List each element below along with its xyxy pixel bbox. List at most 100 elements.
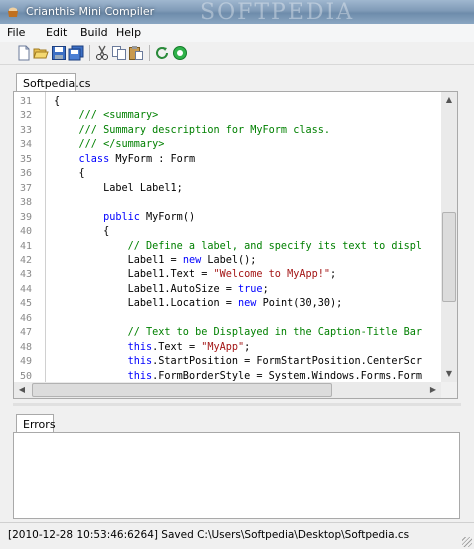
- copy-icon[interactable]: [111, 45, 127, 61]
- scroll-up-icon[interactable]: ▲: [441, 92, 457, 108]
- line-number: 43: [20, 269, 33, 281]
- line-number: 40: [20, 226, 33, 238]
- vertical-scrollbar[interactable]: ▲ ▼: [441, 92, 457, 382]
- menu-edit[interactable]: Edit: [46, 26, 67, 39]
- line-number: 39: [20, 211, 33, 223]
- line-number: 47: [20, 327, 33, 339]
- code-text: Label Label1;: [54, 182, 183, 196]
- code-token: ;: [244, 341, 251, 353]
- run-icon[interactable]: [172, 45, 188, 61]
- horizontal-scroll-thumb[interactable]: [32, 383, 332, 397]
- code-token: /// Summary description for MyForm class…: [54, 124, 331, 136]
- line-number: 37: [20, 182, 33, 194]
- tab-softpedia-cs[interactable]: Softpedia.cs: [16, 73, 91, 92]
- panel-splitter[interactable]: [13, 403, 461, 406]
- code-token: this: [54, 341, 153, 353]
- open-folder-icon[interactable]: [33, 45, 49, 61]
- line-number: 48: [20, 341, 33, 353]
- paste-icon[interactable]: [128, 45, 144, 61]
- menu-file[interactable]: File: [7, 26, 25, 39]
- scroll-left-icon[interactable]: ◀: [14, 382, 30, 398]
- menu-help[interactable]: Help: [116, 26, 141, 39]
- horizontal-scrollbar[interactable]: ◀ ▶: [14, 382, 441, 398]
- line-number: 33: [20, 124, 33, 136]
- code-token: /// </summary>: [54, 139, 165, 151]
- scroll-corner: [441, 382, 457, 398]
- code-token: Label1 =: [54, 254, 183, 266]
- code-token: MyForm : Form: [115, 153, 196, 165]
- code-token: // Define a label, and specify its text …: [54, 240, 423, 252]
- line-number: 42: [20, 254, 33, 266]
- code-text: this.Text = "MyApp";: [54, 341, 251, 355]
- new-file-icon[interactable]: [16, 45, 32, 61]
- status-text: [2010-12-28 10:53:46:6264] Saved C:\User…: [8, 529, 410, 541]
- code-token: new: [238, 298, 263, 310]
- code-token: true: [238, 283, 263, 295]
- code-text: /// <summary>: [54, 109, 159, 123]
- code-text: {: [54, 95, 60, 109]
- status-bar: [2010-12-28 10:53:46:6264] Saved C:\User…: [0, 522, 474, 549]
- line-number: 31: [20, 96, 33, 107]
- menu-bar: File Edit Build Help: [0, 24, 474, 42]
- code-token: /// <summary>: [54, 110, 159, 122]
- resize-grip-icon[interactable]: [462, 537, 472, 547]
- tab-errors[interactable]: Errors: [16, 414, 56, 433]
- code-token: new: [182, 254, 208, 266]
- cut-icon[interactable]: [94, 45, 110, 61]
- save-icon[interactable]: [51, 45, 67, 61]
- code-text: /// Summary description for MyForm class…: [54, 124, 330, 138]
- code-text: Label1.AutoSize = true;: [54, 283, 269, 297]
- code-token: this: [54, 356, 153, 368]
- code-token: {: [54, 226, 110, 238]
- line-number: 49: [20, 356, 33, 368]
- code-text: // Text to be Displayed in the Caption-T…: [54, 326, 422, 340]
- code-text: class MyForm : Form: [54, 153, 196, 167]
- scroll-down-icon[interactable]: ▼: [441, 366, 457, 382]
- errors-tab-label: Errors: [23, 418, 56, 431]
- line-number: 41: [20, 240, 33, 252]
- code-token: .StartPosition = FormStartPosition.Cente…: [152, 356, 423, 368]
- line-number: 32: [20, 110, 33, 122]
- code-text: this.Name = "MainForm";: [54, 398, 269, 399]
- code-token: Label();: [207, 254, 257, 266]
- toolbar-separator: [89, 45, 90, 61]
- line-number: 36: [20, 168, 33, 180]
- code-text: {: [54, 167, 85, 181]
- code-text: Label1 = new Label();: [54, 254, 257, 268]
- code-token: class: [54, 153, 116, 165]
- code-token: MyForm(): [146, 211, 196, 223]
- code-text: {: [54, 225, 109, 239]
- code-text: Label1.Text = "Welcome to MyApp!";: [54, 268, 337, 282]
- save-all-icon[interactable]: [68, 45, 84, 61]
- line-number: 34: [20, 139, 33, 151]
- watermark: SOFTPEDIA: [200, 0, 355, 25]
- window-title: Crianthis Mini Compiler: [26, 5, 155, 18]
- code-text: /// </summary>: [54, 138, 165, 152]
- code-token: {: [54, 168, 85, 180]
- code-text: this.StartPosition = FormStartPosition.C…: [54, 355, 422, 369]
- refresh-icon[interactable]: [154, 45, 170, 61]
- code-token: public: [54, 211, 147, 223]
- menu-build[interactable]: Build: [80, 26, 108, 39]
- code-text: public MyForm(): [54, 211, 195, 225]
- code-token: this: [54, 370, 153, 382]
- code-token: Label Label1;: [54, 182, 183, 194]
- line-number: 45: [20, 298, 33, 310]
- code-token: .Text =: [152, 341, 202, 353]
- code-text: Label1.Location = new Point(30,30);: [54, 297, 343, 311]
- code-token: ;: [262, 283, 269, 295]
- line-number: 44: [20, 283, 33, 295]
- code-text: // Define a label, and specify its text …: [54, 240, 422, 254]
- vertical-scroll-thumb[interactable]: [442, 212, 456, 302]
- scroll-right-icon[interactable]: ▶: [425, 382, 441, 398]
- line-number: 52: [20, 398, 42, 399]
- tab-label: Softpedia.cs: [23, 77, 91, 90]
- code-token: .FormBorderStyle = System.Windows.Forms.…: [152, 370, 423, 382]
- title-bar: Crianthis Mini Compiler SOFTPEDIA: [0, 0, 474, 25]
- line-number: 38: [20, 197, 33, 209]
- code-editor[interactable]: 31 {32 /// <summary> 33 /// Summary descri…: [13, 91, 458, 399]
- code-token: ;: [330, 269, 337, 281]
- code-token: {: [54, 96, 61, 107]
- code-token: Point(30,30);: [262, 298, 343, 310]
- code-token: "MyApp": [201, 341, 245, 353]
